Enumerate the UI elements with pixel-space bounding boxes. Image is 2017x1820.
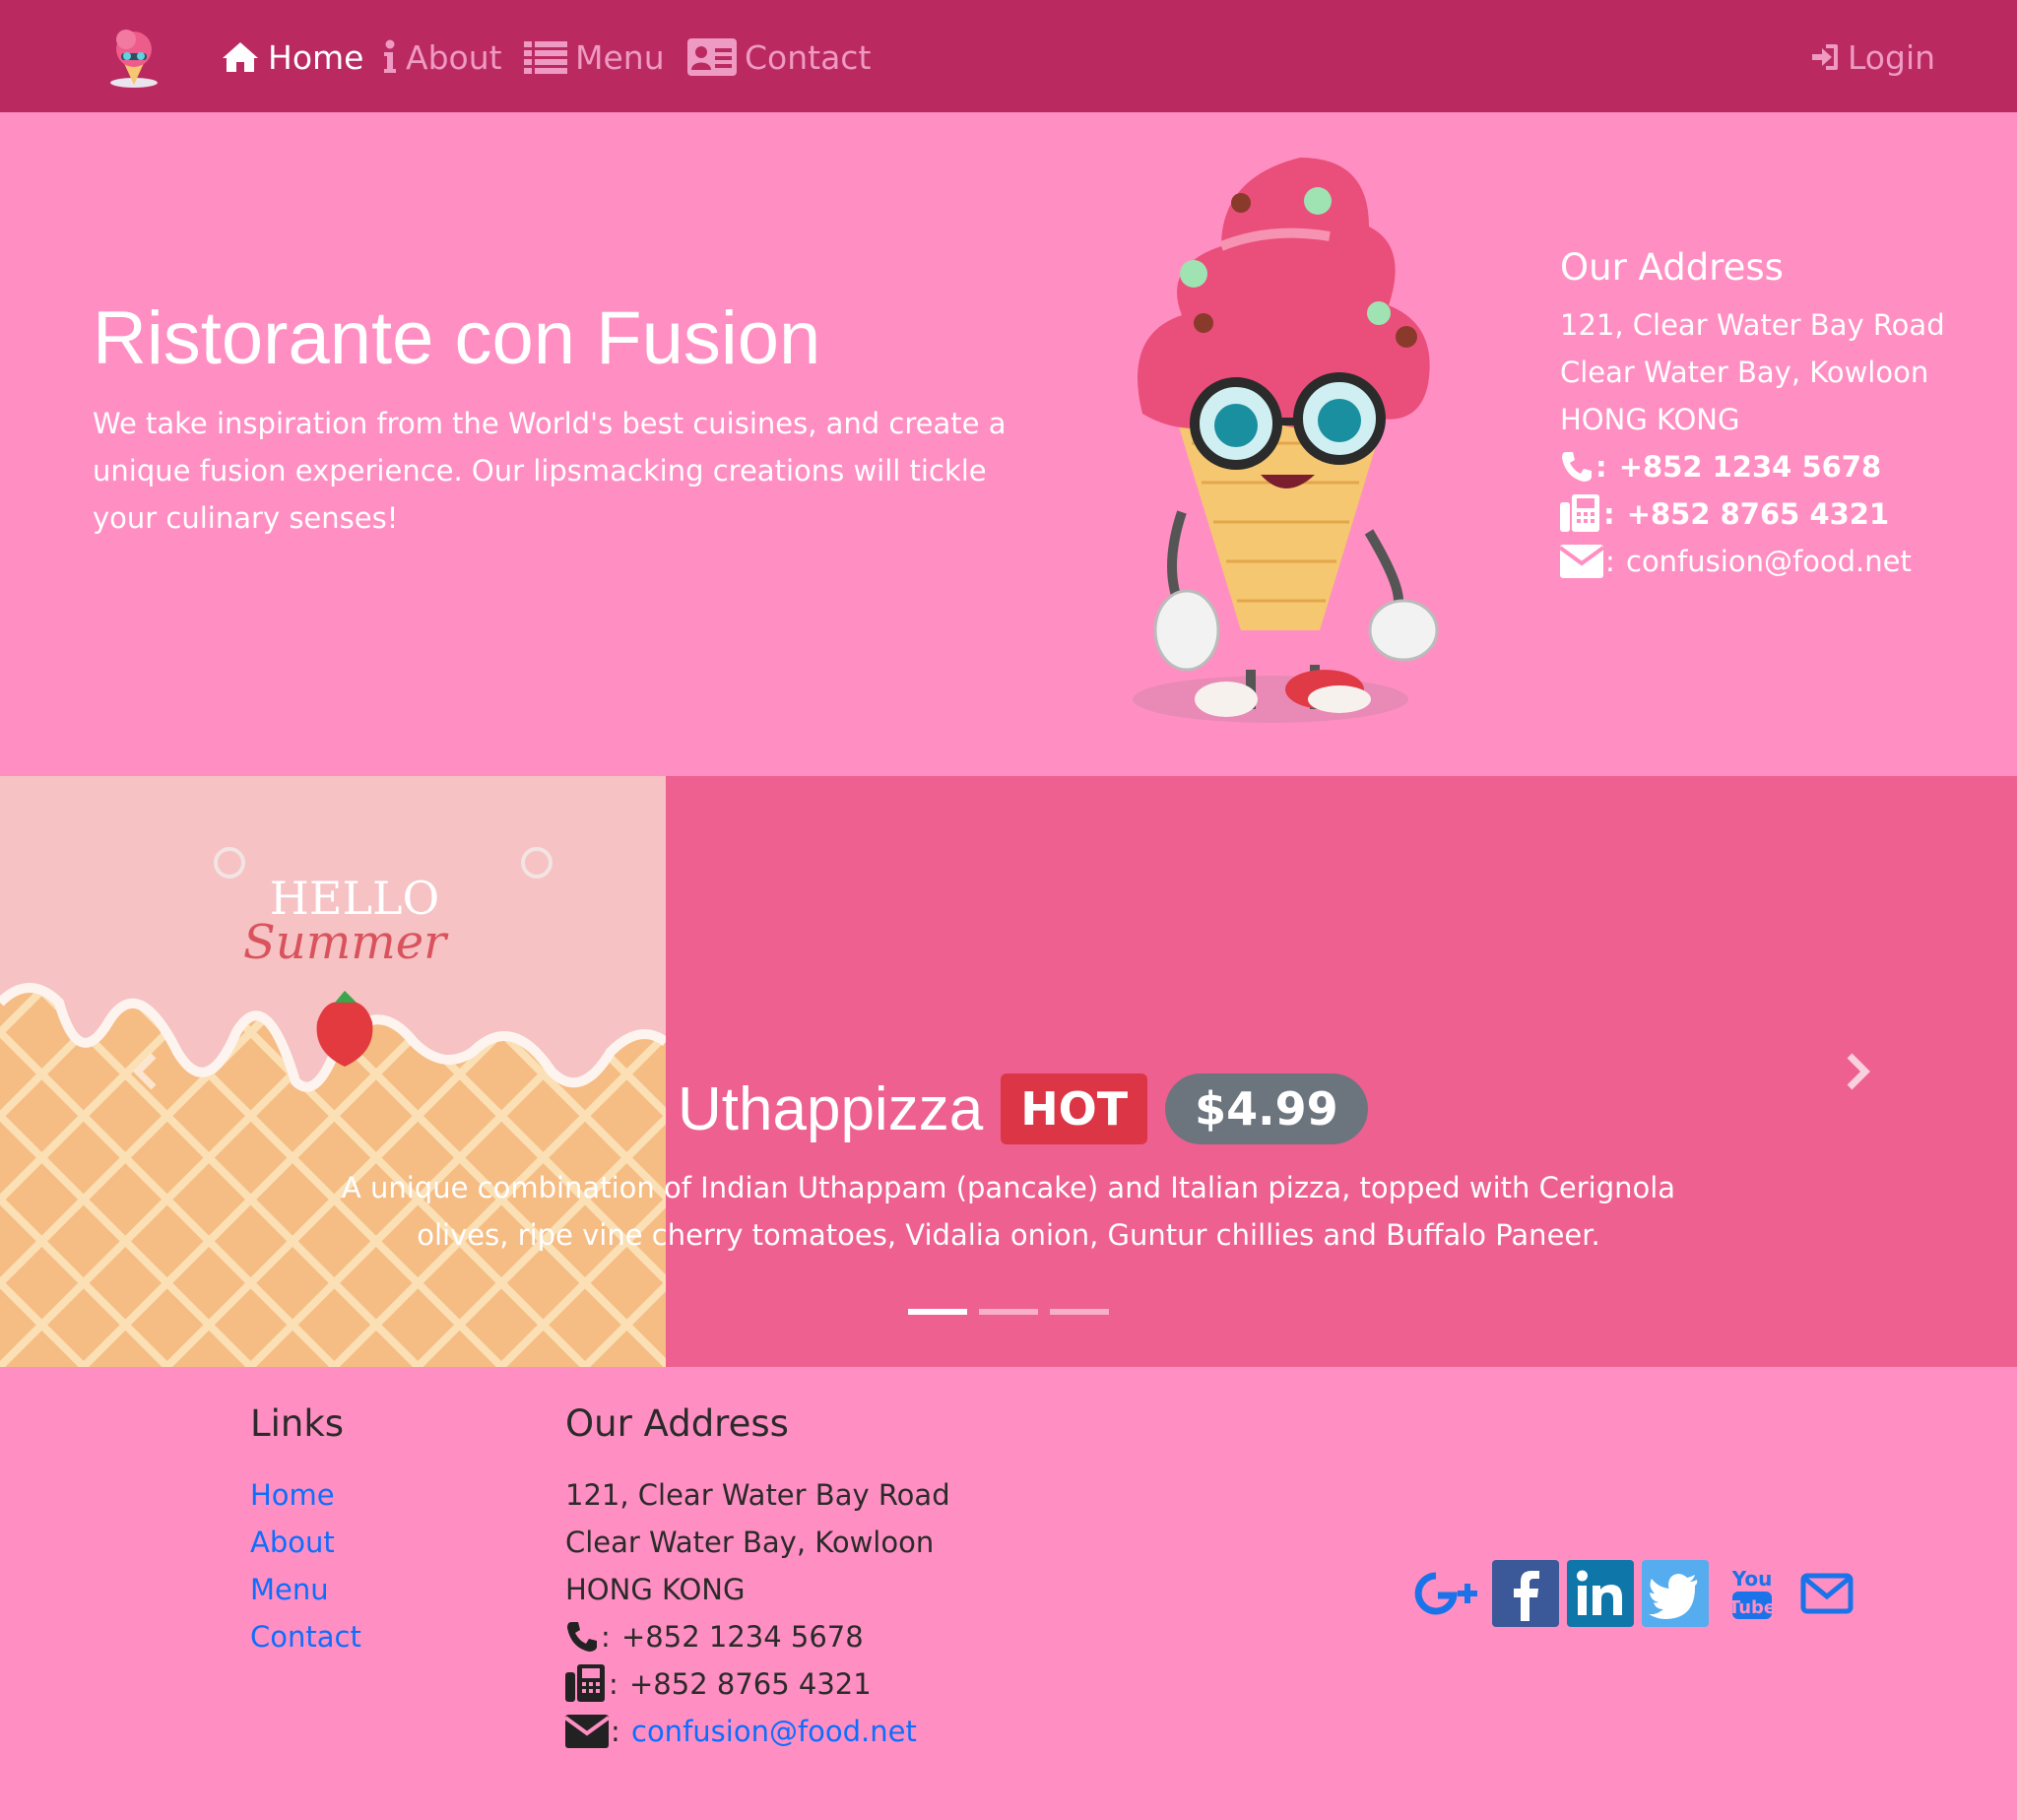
youtube-button[interactable]: You Tube: [1718, 1558, 1787, 1629]
nav-home[interactable]: Home: [221, 32, 363, 83]
facebook-button[interactable]: [1491, 1558, 1560, 1629]
fax-icon: [1560, 494, 1599, 532]
footer-address: 121, Clear Water Bay Road Clear Water Ba…: [565, 1471, 950, 1755]
carousel-prev-icon[interactable]: [130, 1052, 160, 1091]
linkedin-button[interactable]: [1566, 1558, 1635, 1629]
footer-address-line1: 121, Clear Water Bay Road: [565, 1478, 950, 1512]
facebook-icon: [1492, 1560, 1559, 1627]
fax-icon: [565, 1664, 605, 1702]
brand-logo[interactable]: [104, 26, 163, 91]
carousel-caption-title: Uthappizza HOT $4.99: [678, 1072, 1368, 1146]
jumbotron-fax-row: : +852 8765 4321: [1560, 490, 1993, 538]
footer-address-line2: Clear Water Bay, Kowloon: [565, 1526, 935, 1559]
footer-fax: +852 8765 4321: [629, 1667, 872, 1701]
email-button[interactable]: [1792, 1558, 1861, 1629]
jumbotron-address-line1: 121, Clear Water Bay Road: [1560, 308, 1945, 342]
nav-menu-label: Menu: [575, 37, 665, 77]
slide-summer-text: Summer: [243, 915, 449, 970]
nav-about[interactable]: About: [382, 32, 502, 83]
jumbotron-address-heading: Our Address: [1560, 246, 1784, 289]
login-label: Login: [1848, 37, 1936, 77]
envelope-icon: [565, 1715, 609, 1748]
footer-links: Home About Menu Contact: [250, 1471, 361, 1660]
jumbotron-title: Ristorante con Fusion: [93, 296, 821, 380]
jumbotron-phone: +852 1234 5678: [1618, 450, 1882, 484]
jumbotron-address-line2: Clear Water Bay, Kowloon: [1560, 356, 1929, 389]
footer-link-menu[interactable]: Menu: [250, 1566, 361, 1613]
hot-badge: HOT: [1001, 1073, 1148, 1144]
footer-email-row: : confusion@food.net: [565, 1708, 950, 1755]
jumbotron-email-link[interactable]: confusion@food.net: [1626, 538, 1912, 585]
google-plus-icon: [1414, 1572, 1477, 1615]
youtube-icon: You Tube: [1728, 1567, 1776, 1619]
carousel-slide-image: HELLO Summer: [0, 776, 666, 1367]
svg-text:You: You: [1731, 1567, 1773, 1591]
footer-address-heading: Our Address: [565, 1402, 789, 1445]
jumbotron-email-row: : confusion@food.net: [1560, 538, 1993, 585]
sign-in-icon: [1812, 44, 1838, 70]
navbar: Home About Menu Contact Login: [0, 0, 2017, 112]
nav-contact-label: Contact: [745, 37, 872, 77]
ice-cream-mascot-image: [1133, 158, 1439, 723]
carousel-indicators: [908, 1309, 1109, 1315]
phone-icon: [567, 1622, 597, 1652]
footer-email-link[interactable]: confusion@food.net: [631, 1708, 917, 1755]
phone-icon: [1562, 452, 1592, 482]
jumbotron-address: Our Address 121, Clear Water Bay Road Cl…: [1560, 244, 1993, 585]
dish-description: A unique combination of Indian Uthappam …: [341, 1171, 1676, 1252]
carousel-indicator-1[interactable]: [908, 1309, 967, 1315]
jumbotron-address-line3: HONG KONG: [1560, 403, 1740, 436]
twitter-button[interactable]: [1641, 1558, 1710, 1629]
envelope-icon: [1800, 1573, 1854, 1614]
home-icon: [223, 42, 258, 72]
carousel-next-icon[interactable]: [1844, 1052, 1873, 1091]
envelope-icon: [1560, 545, 1603, 578]
info-icon: [384, 39, 396, 73]
login-button[interactable]: Login: [1810, 32, 1935, 83]
nav-about-label: About: [406, 37, 502, 77]
carousel-indicator-3[interactable]: [1050, 1309, 1109, 1315]
nav-home-label: Home: [268, 37, 364, 77]
footer-link-about[interactable]: About: [250, 1519, 361, 1566]
list-icon: [524, 41, 567, 74]
carousel-indicator-2[interactable]: [979, 1309, 1038, 1315]
footer-link-contact[interactable]: Contact: [250, 1613, 361, 1660]
linkedin-icon: [1567, 1560, 1634, 1627]
nav-contact[interactable]: Contact: [687, 32, 871, 83]
twitter-icon: [1642, 1560, 1709, 1627]
footer-address-line3: HONG KONG: [565, 1573, 746, 1606]
svg-text:Tube: Tube: [1728, 1597, 1776, 1618]
price-badge: $4.99: [1165, 1073, 1368, 1144]
address-card-icon: [687, 38, 737, 76]
jumbotron-phone-row: : +852 1234 5678: [1560, 443, 1993, 490]
footer-links-heading: Links: [250, 1402, 345, 1445]
google-plus-button[interactable]: [1414, 1558, 1483, 1629]
footer-phone: +852 1234 5678: [621, 1620, 864, 1654]
jumbotron-text: We take inspiration from the World's bes…: [93, 407, 1007, 535]
nav-menu[interactable]: Menu: [524, 32, 665, 83]
dish-name: Uthappizza: [678, 1074, 984, 1143]
footer-phone-row: : +852 1234 5678: [565, 1613, 950, 1660]
footer-link-home[interactable]: Home: [250, 1471, 361, 1519]
footer-fax-row: : +852 8765 4321: [565, 1660, 950, 1708]
jumbotron-fax: +852 8765 4321: [1626, 497, 1890, 531]
